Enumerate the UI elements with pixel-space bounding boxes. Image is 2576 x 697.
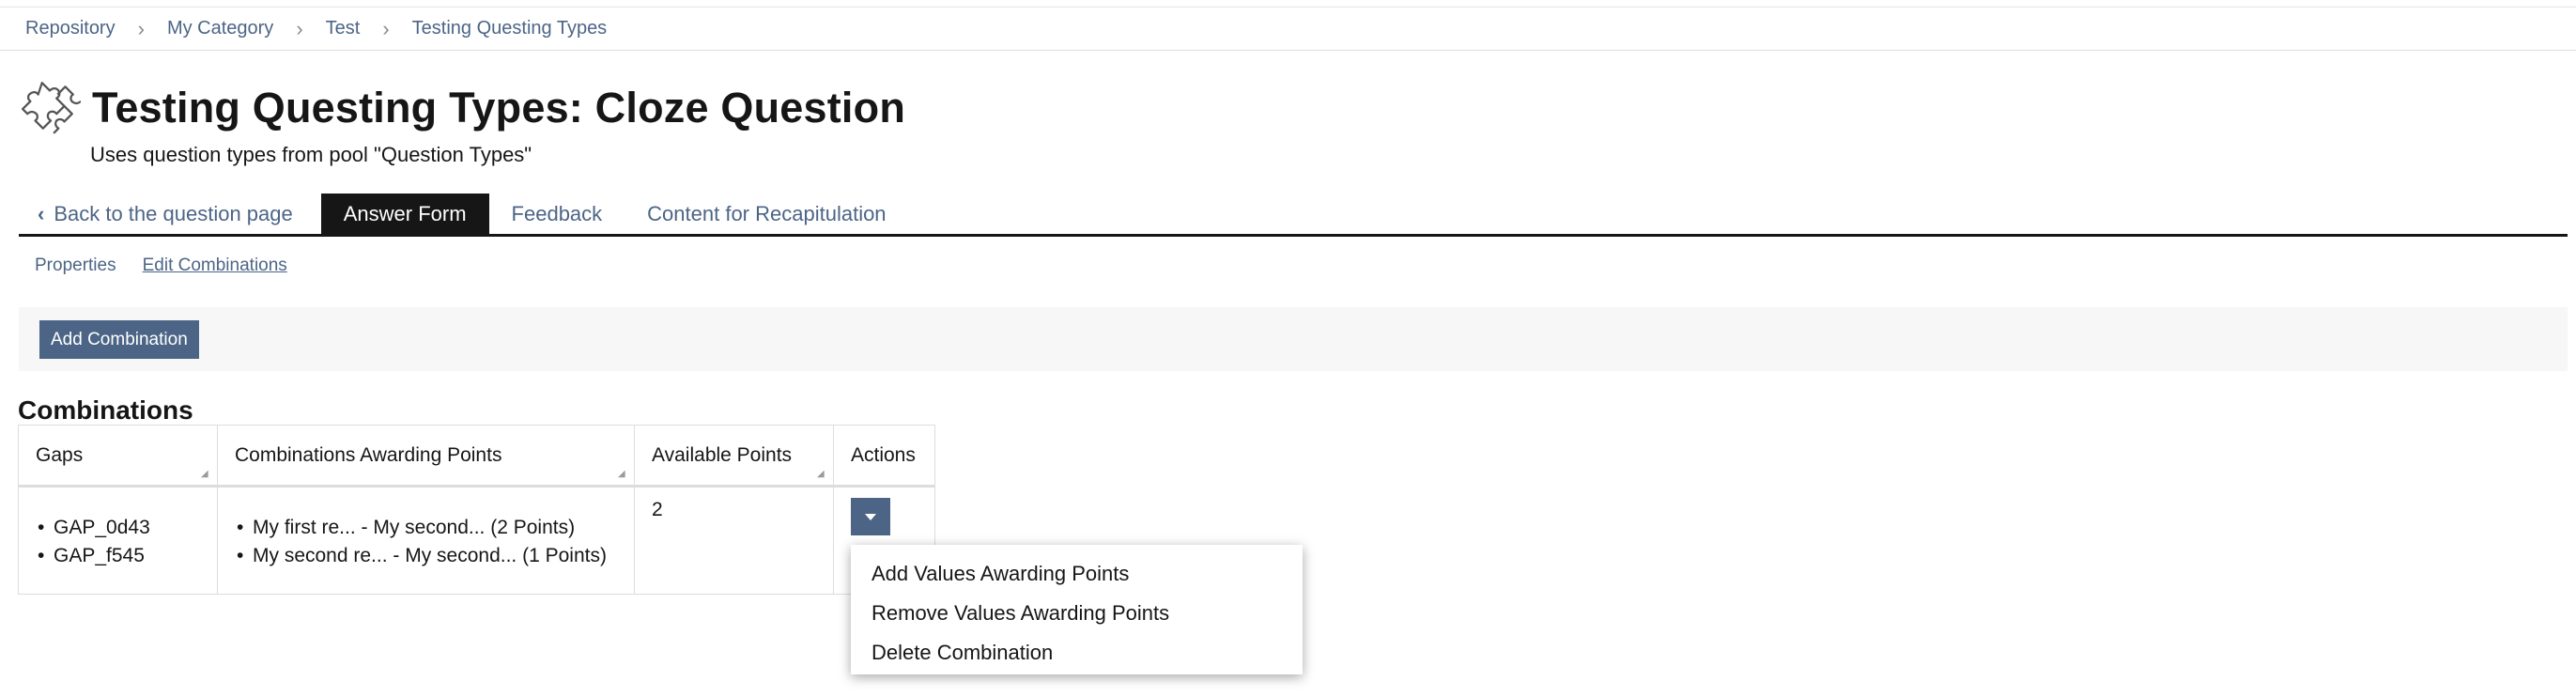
column-header-label: Actions: [851, 443, 916, 466]
chevron-right-icon: ›: [382, 16, 390, 40]
breadcrumb: Repository › My Category › Test › Testin…: [0, 7, 2576, 51]
caret-down-icon: [865, 513, 876, 520]
list-item: My first re... - My second... (2 Points): [235, 514, 617, 542]
chevron-right-icon: ›: [296, 16, 303, 40]
gaps-list: GAP_0d43 GAP_f545: [36, 514, 200, 570]
tab-bar: ‹ Back to the question page Answer Form …: [19, 194, 2568, 237]
table-row: GAP_0d43 GAP_f545 My first re... - My se…: [18, 486, 935, 595]
resize-handle-icon[interactable]: ◢: [618, 469, 629, 480]
menu-item-remove-values[interactable]: Remove Values Awarding Points: [851, 594, 1303, 633]
back-label: Back to the question page: [54, 201, 293, 225]
chevron-left-icon: ‹: [38, 201, 45, 225]
column-header-label: Gaps: [36, 443, 84, 466]
list-item: GAP_0d43: [36, 514, 200, 542]
table-header-row: Gaps ◢ Combinations Awarding Points ◢ Av…: [18, 425, 935, 488]
actions-dropdown-menu: Add Values Awarding Points Remove Values…: [851, 545, 1303, 674]
puzzle-icon: [21, 82, 81, 134]
breadcrumb-test[interactable]: Test: [326, 18, 361, 39]
column-header-gaps: Gaps ◢: [18, 425, 218, 488]
back-to-question-link[interactable]: ‹ Back to the question page: [19, 194, 321, 234]
combinations-table: Gaps ◢ Combinations Awarding Points ◢ Av…: [18, 425, 935, 595]
resize-handle-icon[interactable]: ◢: [817, 469, 828, 480]
column-header-label: Available Points: [652, 443, 793, 466]
combinations-list: My first re... - My second... (2 Points)…: [235, 514, 617, 570]
menu-item-add-values[interactable]: Add Values Awarding Points: [851, 554, 1303, 594]
menu-item-delete-combination[interactable]: Delete Combination: [851, 633, 1303, 673]
chevron-right-icon: ›: [137, 16, 145, 40]
page-description: Uses question types from pool "Question …: [90, 143, 532, 166]
subtab-properties[interactable]: Properties: [35, 256, 116, 276]
combinations-cell: My first re... - My second... (2 Points)…: [217, 486, 635, 595]
column-header-label: Combinations Awarding Points: [235, 443, 502, 466]
list-item: GAP_f545: [36, 542, 200, 570]
add-combination-button[interactable]: Add Combination: [39, 320, 199, 359]
breadcrumb-my-category[interactable]: My Category: [167, 18, 273, 39]
resize-handle-icon[interactable]: ◢: [201, 469, 212, 480]
toolbar: Add Combination: [19, 307, 2568, 371]
page-header: Testing Questing Types: Cloze Question: [19, 77, 905, 139]
column-header-actions: Actions: [833, 425, 935, 488]
available-points-cell: 2: [634, 486, 834, 595]
column-header-available-points: Available Points ◢: [634, 425, 834, 488]
section-title: Combinations: [18, 395, 193, 425]
list-item: My second re... - My second... (1 Points…: [235, 542, 617, 570]
breadcrumb-repository[interactable]: Repository: [25, 18, 116, 39]
gaps-cell: GAP_0d43 GAP_f545: [18, 486, 218, 595]
actions-dropdown-button[interactable]: [851, 498, 890, 535]
tab-feedback[interactable]: Feedback: [489, 194, 625, 234]
tab-content-for-recapitulation[interactable]: Content for Recapitulation: [625, 194, 908, 234]
subtab-bar: Properties Edit Combinations: [35, 256, 287, 276]
tab-answer-form[interactable]: Answer Form: [320, 194, 489, 234]
subtab-edit-combinations[interactable]: Edit Combinations: [143, 256, 287, 276]
breadcrumb-testing-questing-types[interactable]: Testing Questing Types: [412, 18, 608, 39]
column-header-combinations: Combinations Awarding Points ◢: [217, 425, 635, 488]
page-title: Testing Questing Types: Cloze Question: [92, 84, 906, 132]
